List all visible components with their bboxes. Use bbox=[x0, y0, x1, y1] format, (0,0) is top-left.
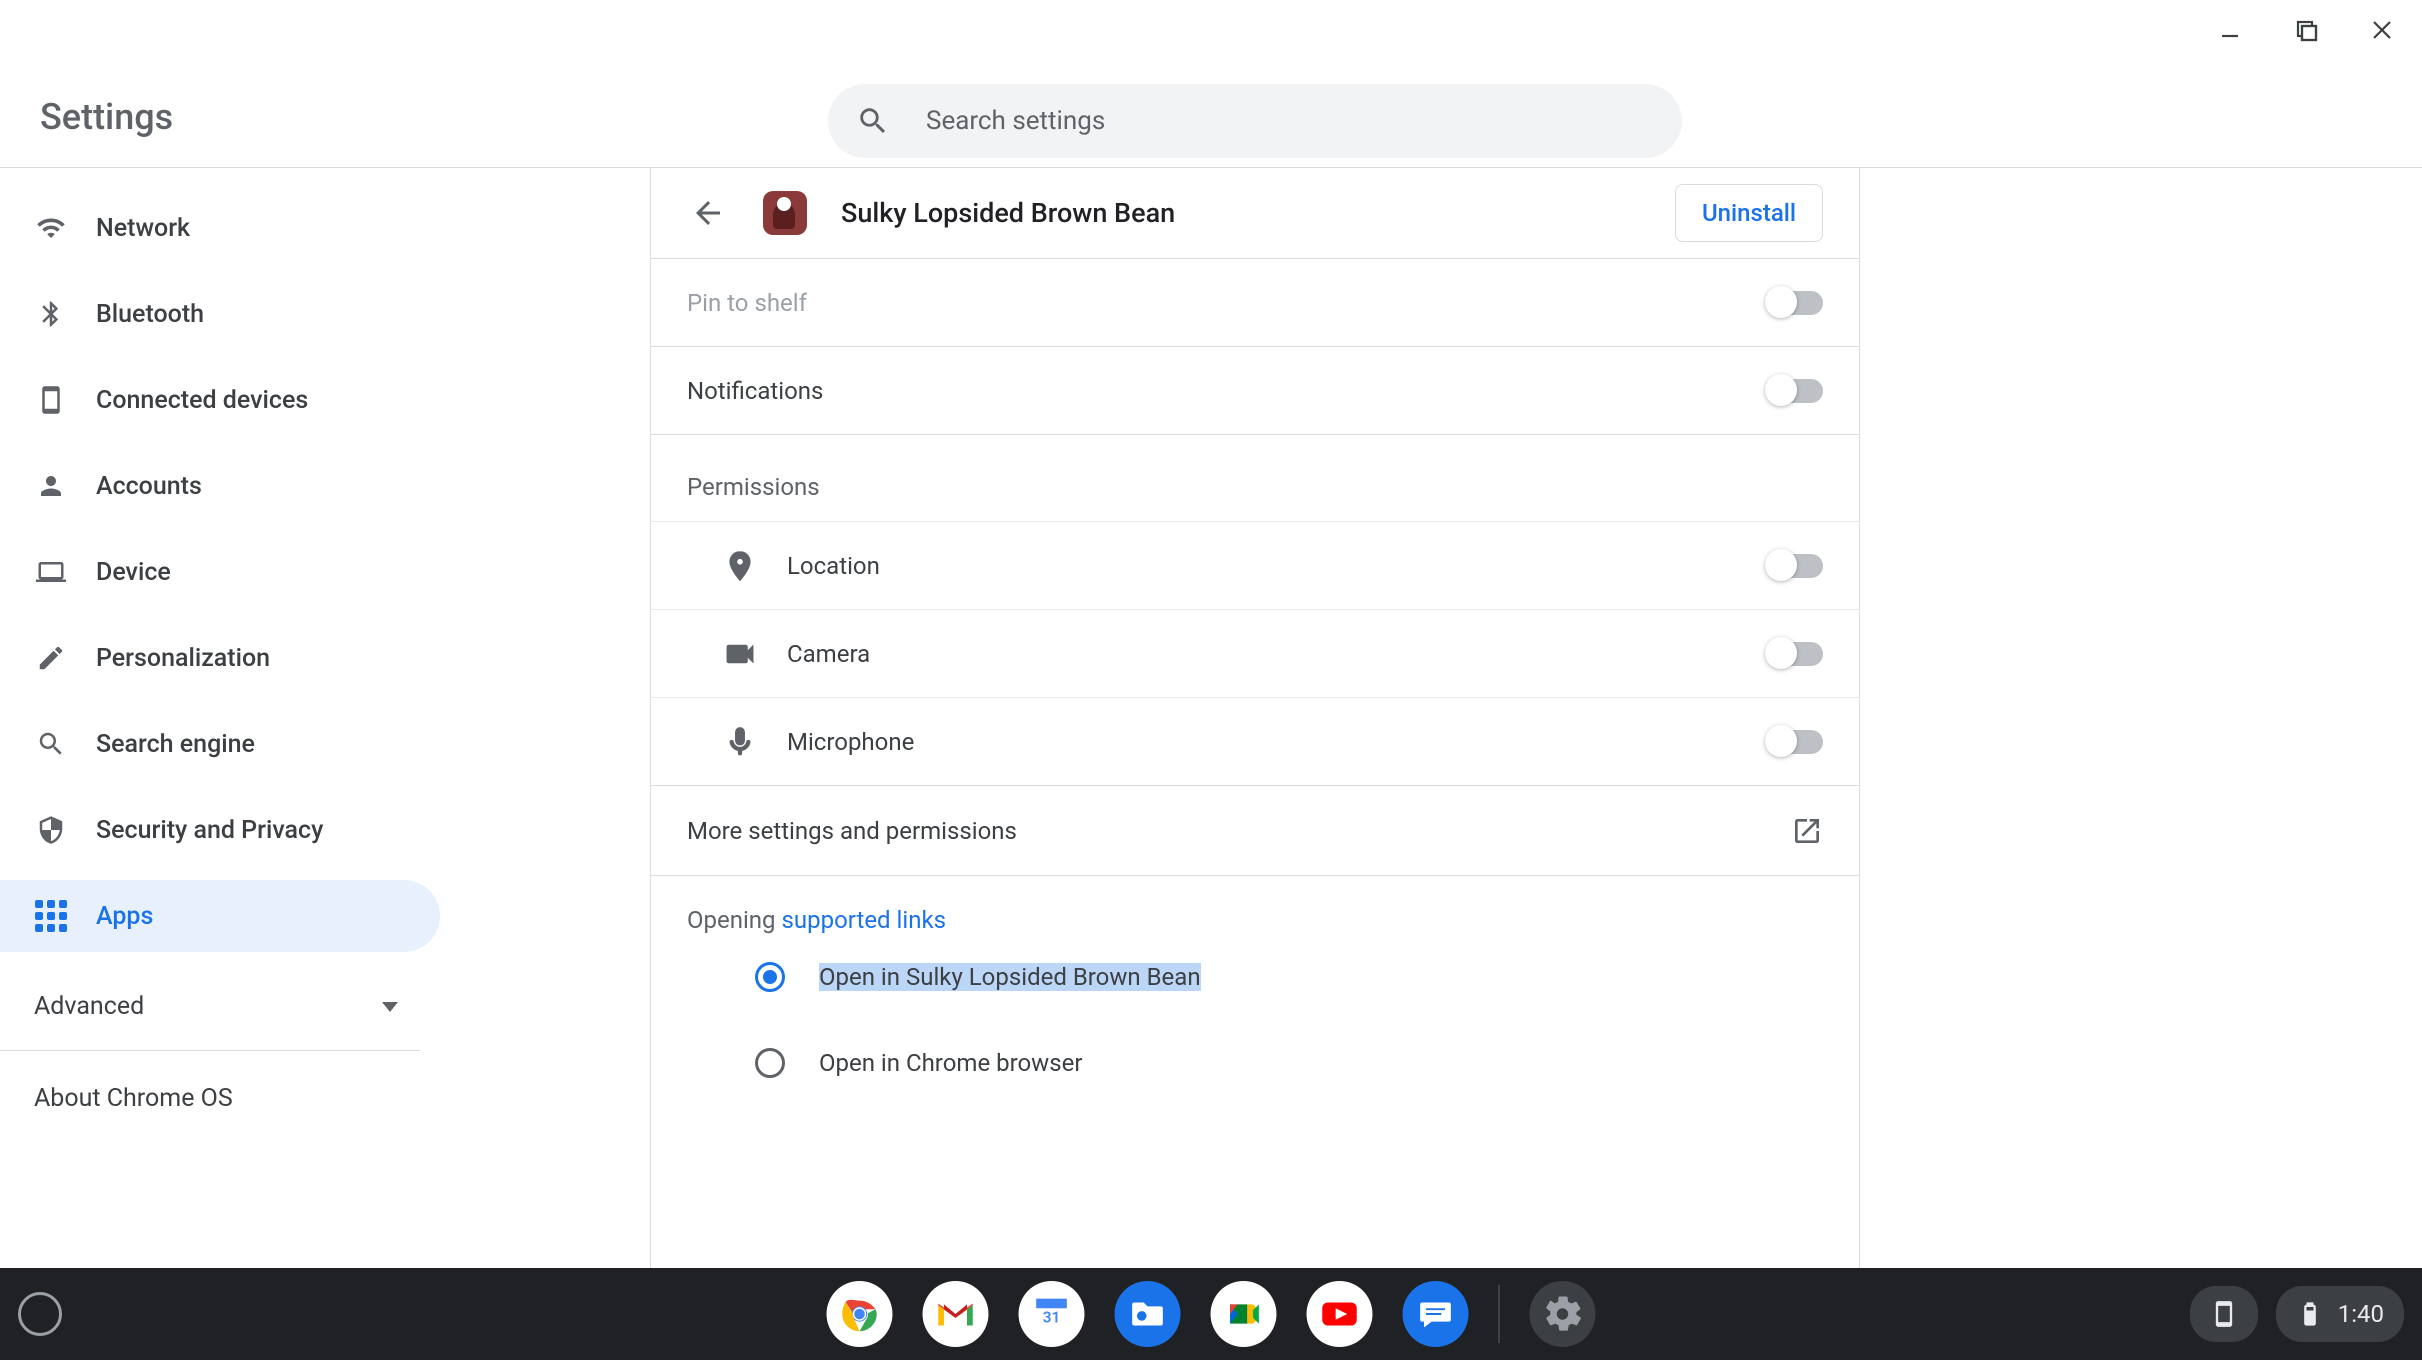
back-button[interactable] bbox=[687, 192, 729, 234]
shelf-app-chrome[interactable] bbox=[827, 1281, 893, 1347]
open-external-icon bbox=[1791, 815, 1823, 847]
chevron-down-icon bbox=[382, 1002, 398, 1012]
notifications-row: Notifications bbox=[651, 346, 1859, 434]
launcher-button[interactable] bbox=[18, 1292, 62, 1336]
status-time: 1:40 bbox=[2338, 1300, 2384, 1328]
shelf-separator bbox=[1499, 1285, 1500, 1343]
uninstall-button[interactable]: Uninstall bbox=[1675, 184, 1823, 242]
location-icon bbox=[723, 549, 757, 583]
supported-links-title: Opening supported links bbox=[687, 906, 1823, 934]
laptop-icon bbox=[34, 555, 68, 589]
notifications-label: Notifications bbox=[687, 377, 823, 405]
apps-icon bbox=[34, 899, 68, 933]
search-icon bbox=[856, 104, 890, 138]
battery-icon bbox=[2296, 1300, 2324, 1328]
status-phone-pill[interactable] bbox=[2190, 1286, 2258, 1342]
sidebar-advanced[interactable]: Advanced bbox=[0, 970, 440, 1042]
permissions-title: Permissions bbox=[651, 434, 1859, 521]
wifi-icon bbox=[34, 211, 68, 245]
more-settings-row[interactable]: More settings and permissions bbox=[651, 785, 1859, 875]
sidebar-item-label: Apps bbox=[96, 902, 153, 931]
divider bbox=[0, 1050, 420, 1051]
person-icon bbox=[34, 469, 68, 503]
app-name: Sulky Lopsided Brown Bean bbox=[841, 197, 1641, 229]
sidebar-item-label: Device bbox=[96, 558, 171, 587]
radio-open-in-chrome[interactable] bbox=[755, 1048, 785, 1078]
page-title: Settings bbox=[40, 96, 173, 138]
shield-icon bbox=[34, 813, 68, 847]
sidebar-item-accounts[interactable]: Accounts bbox=[0, 450, 440, 522]
sidebar-item-label: Bluetooth bbox=[96, 300, 204, 329]
microphone-icon bbox=[723, 725, 757, 759]
pin-to-shelf-row: Pin to shelf bbox=[651, 258, 1859, 346]
sidebar-item-search-engine[interactable]: Search engine bbox=[0, 708, 440, 780]
pin-to-shelf-label: Pin to shelf bbox=[687, 289, 807, 317]
permission-location-row: Location bbox=[651, 521, 1859, 609]
shelf-app-files[interactable] bbox=[1115, 1281, 1181, 1347]
about-label: About Chrome OS bbox=[34, 1084, 233, 1113]
search-container[interactable] bbox=[828, 84, 1682, 158]
radio-open-in-app-row[interactable]: Open in Sulky Lopsided Brown Bean bbox=[687, 934, 1823, 1020]
microphone-toggle[interactable] bbox=[1767, 730, 1823, 754]
more-settings-label: More settings and permissions bbox=[687, 817, 1017, 845]
sidebar-item-label: Search engine bbox=[96, 730, 255, 759]
search-icon bbox=[34, 727, 68, 761]
permission-camera-row: Camera bbox=[651, 609, 1859, 697]
radio-open-in-chrome-row[interactable]: Open in Chrome browser bbox=[687, 1020, 1823, 1106]
sidebar-item-bluetooth[interactable]: Bluetooth bbox=[0, 278, 440, 350]
radio-label: Open in Chrome browser bbox=[819, 1049, 1082, 1077]
shelf-app-settings[interactable] bbox=[1530, 1281, 1596, 1347]
sidebar-item-label: Network bbox=[96, 214, 190, 243]
notifications-toggle[interactable] bbox=[1767, 379, 1823, 403]
sidebar-item-label: Personalization bbox=[96, 644, 270, 673]
sidebar-item-device[interactable]: Device bbox=[0, 536, 440, 608]
sidebar-item-network[interactable]: Network bbox=[0, 192, 440, 264]
search-input[interactable] bbox=[926, 106, 1654, 136]
permission-microphone-row: Microphone bbox=[651, 697, 1859, 785]
pin-to-shelf-toggle[interactable] bbox=[1767, 291, 1823, 315]
radio-label: Open in Sulky Lopsided Brown Bean bbox=[819, 963, 1201, 991]
advanced-label: Advanced bbox=[34, 992, 144, 1021]
app-icon bbox=[763, 191, 807, 235]
shelf-app-messages[interactable] bbox=[1403, 1281, 1469, 1347]
svg-text:31: 31 bbox=[1043, 1309, 1061, 1327]
permission-label: Microphone bbox=[787, 728, 914, 756]
sidebar-item-connected-devices[interactable]: Connected devices bbox=[0, 364, 440, 436]
radio-open-in-app[interactable] bbox=[755, 962, 785, 992]
bluetooth-icon bbox=[34, 297, 68, 331]
sidebar-item-label: Accounts bbox=[96, 472, 202, 501]
location-toggle[interactable] bbox=[1767, 554, 1823, 578]
permission-label: Location bbox=[787, 552, 880, 580]
sidebar-about[interactable]: About Chrome OS bbox=[0, 1059, 440, 1137]
sidebar-item-apps[interactable]: Apps bbox=[0, 880, 440, 952]
supported-links-link[interactable]: supported links bbox=[782, 906, 947, 934]
shelf-app-youtube[interactable] bbox=[1307, 1281, 1373, 1347]
sidebar-item-security[interactable]: Security and Privacy bbox=[0, 794, 440, 866]
sidebar-item-personalization[interactable]: Personalization bbox=[0, 622, 440, 694]
sidebar-item-label: Security and Privacy bbox=[96, 816, 323, 845]
camera-toggle[interactable] bbox=[1767, 642, 1823, 666]
sidebar-item-label: Connected devices bbox=[96, 386, 308, 415]
camera-icon bbox=[723, 637, 757, 671]
shelf-app-gmail[interactable] bbox=[923, 1281, 989, 1347]
phone-icon bbox=[34, 383, 68, 417]
shelf-app-calendar[interactable]: 31 bbox=[1019, 1281, 1085, 1347]
permission-label: Camera bbox=[787, 640, 870, 668]
pencil-icon bbox=[34, 641, 68, 675]
status-time-pill[interactable]: 1:40 bbox=[2276, 1286, 2404, 1342]
shelf-app-meet[interactable] bbox=[1211, 1281, 1277, 1347]
